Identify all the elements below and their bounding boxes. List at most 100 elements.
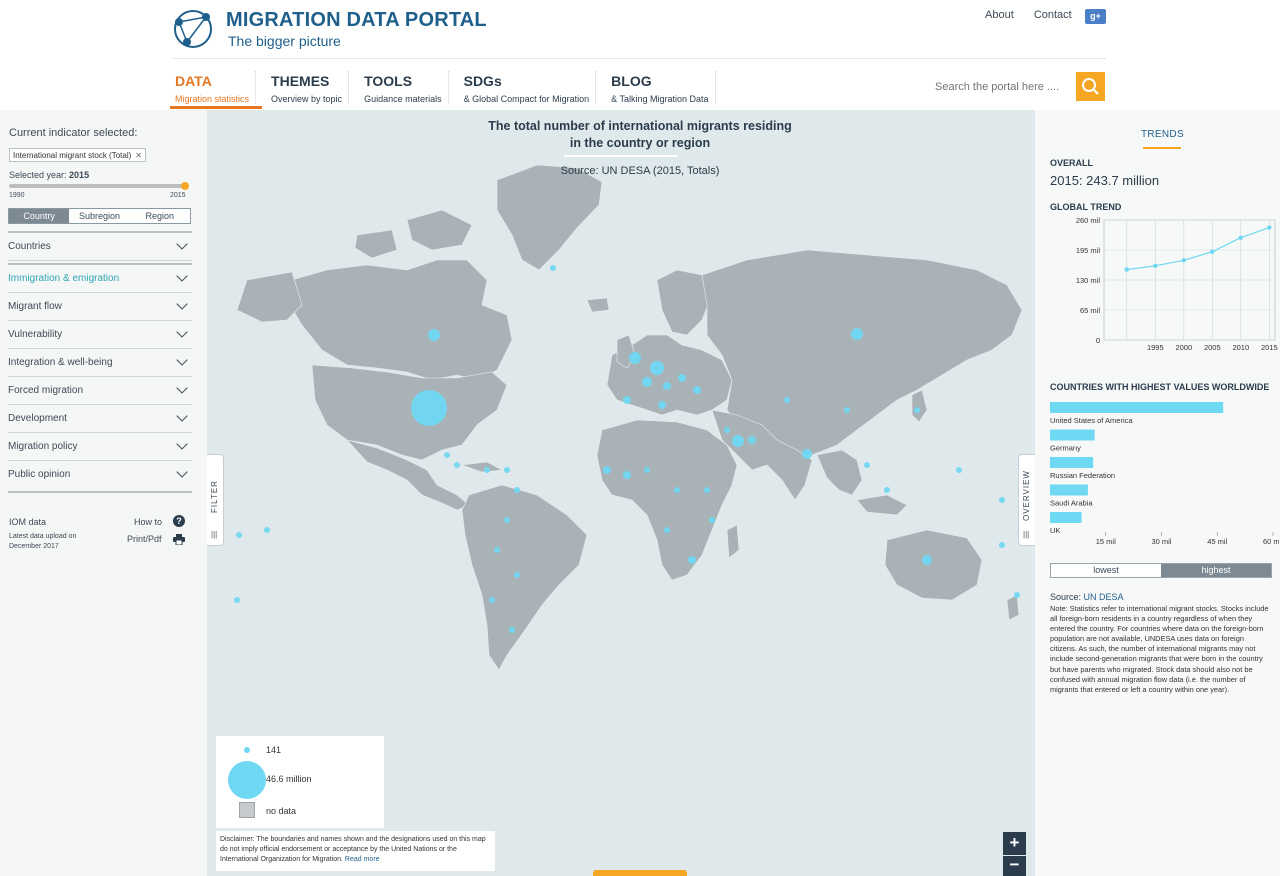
overview-tab[interactable]: OVERVIEW ||| bbox=[1018, 454, 1035, 546]
bubble[interactable] bbox=[484, 467, 490, 473]
bubble[interactable] bbox=[444, 452, 450, 458]
bubble[interactable] bbox=[1014, 592, 1020, 598]
read-more-link[interactable]: Read more bbox=[345, 856, 380, 863]
bubble[interactable] bbox=[704, 487, 710, 493]
nav-blog[interactable]: BLOG & Talking Migration Data bbox=[606, 71, 716, 104]
bubble[interactable] bbox=[514, 572, 520, 578]
bubble[interactable] bbox=[234, 597, 240, 603]
bubble-france[interactable] bbox=[642, 377, 652, 387]
main-nav: DATA Migration statistics THEMES Overvie… bbox=[170, 71, 726, 109]
menu-immigration-emigration[interactable]: Immigration & emigration bbox=[8, 265, 192, 293]
bubble[interactable] bbox=[509, 627, 515, 633]
trends-panel: TRENDS OVERALL 2015: 243.7 million GLOBA… bbox=[1035, 110, 1280, 876]
menu-integration[interactable]: Integration & well-being bbox=[8, 349, 192, 377]
bubble[interactable] bbox=[914, 407, 920, 413]
bubble[interactable] bbox=[999, 542, 1005, 548]
bubble[interactable] bbox=[709, 517, 715, 523]
bubble[interactable] bbox=[956, 467, 962, 473]
menu-migrant-flow[interactable]: Migrant flow bbox=[8, 293, 192, 321]
menu-development[interactable]: Development bbox=[8, 405, 192, 433]
print-pdf-link[interactable]: Print/Pdf bbox=[127, 534, 162, 544]
bubble[interactable] bbox=[844, 407, 850, 413]
x-tick-label: 2005 bbox=[1204, 343, 1221, 352]
bubble-germany[interactable] bbox=[650, 361, 664, 375]
how-to-link[interactable]: How to bbox=[134, 517, 162, 527]
year-slider-handle[interactable] bbox=[181, 182, 189, 190]
bubble[interactable] bbox=[999, 497, 1005, 503]
bubble-saudi[interactable] bbox=[732, 435, 744, 447]
zoom-in-button[interactable]: + bbox=[1003, 832, 1026, 855]
bubble-usa[interactable] bbox=[411, 390, 447, 426]
bubble[interactable] bbox=[504, 517, 510, 523]
y-tick-label: 0 bbox=[1096, 336, 1100, 345]
bubble-uk[interactable] bbox=[629, 352, 641, 364]
bubble[interactable] bbox=[678, 374, 686, 382]
help-icon[interactable]: ? bbox=[173, 515, 185, 527]
about-link[interactable]: About bbox=[985, 9, 1014, 21]
search-button[interactable] bbox=[1076, 72, 1105, 101]
bubble[interactable] bbox=[748, 436, 756, 444]
bubble[interactable] bbox=[784, 397, 790, 403]
brand-title[interactable]: MIGRATION DATA PORTAL bbox=[226, 9, 487, 32]
google-plus-icon[interactable]: g+ bbox=[1085, 9, 1106, 24]
bubble-russia[interactable] bbox=[851, 328, 863, 340]
level-region-button[interactable]: Region bbox=[130, 209, 190, 223]
menu-forced-migration[interactable]: Forced migration bbox=[8, 377, 192, 405]
search-input[interactable] bbox=[935, 73, 1075, 101]
bubble[interactable] bbox=[623, 471, 631, 479]
indicator-tag-label: International migrant stock (Total) bbox=[13, 151, 132, 160]
bubble[interactable] bbox=[236, 532, 242, 538]
bubble[interactable] bbox=[489, 597, 495, 603]
bottom-handle[interactable] bbox=[593, 870, 687, 876]
menu-vulnerability[interactable]: Vulnerability bbox=[8, 321, 192, 349]
nav-data[interactable]: DATA Migration statistics bbox=[170, 71, 257, 104]
contact-link[interactable]: Contact bbox=[1034, 9, 1072, 21]
menu-migration-policy[interactable]: Migration policy bbox=[8, 433, 192, 461]
portal-logo[interactable] bbox=[170, 8, 216, 50]
bubble-canada[interactable] bbox=[428, 329, 440, 341]
lowest-highest-toggle: lowest highest bbox=[1050, 563, 1272, 578]
bubble-india[interactable] bbox=[802, 449, 812, 459]
bubble[interactable] bbox=[494, 547, 500, 553]
lowest-button[interactable]: lowest bbox=[1051, 564, 1161, 577]
source-link[interactable]: UN DESA bbox=[1084, 592, 1124, 602]
bubble-australia[interactable] bbox=[922, 555, 932, 565]
bubble[interactable] bbox=[603, 466, 611, 474]
nav-themes[interactable]: THEMES Overview by topic bbox=[266, 71, 350, 104]
bubble[interactable] bbox=[884, 487, 890, 493]
printer-icon[interactable] bbox=[173, 534, 185, 545]
iom-data-link[interactable]: IOM data bbox=[9, 517, 46, 527]
menu-public-opinion[interactable]: Public opinion bbox=[8, 461, 192, 489]
bubble[interactable] bbox=[623, 396, 631, 404]
chevron-down-icon bbox=[176, 326, 188, 338]
bar-label: Germany bbox=[1050, 444, 1081, 453]
filter-tab[interactable]: FILTER ||| bbox=[207, 454, 224, 546]
bubble[interactable] bbox=[688, 556, 696, 564]
nav-tools[interactable]: TOOLS Guidance materials bbox=[359, 71, 449, 104]
bubble[interactable] bbox=[724, 427, 730, 433]
bubble[interactable] bbox=[504, 467, 510, 473]
bubble[interactable] bbox=[658, 401, 666, 409]
bubble[interactable] bbox=[663, 382, 671, 390]
bubble[interactable] bbox=[264, 527, 270, 533]
bubble[interactable] bbox=[550, 265, 556, 271]
nav-sdgs[interactable]: SDGs & Global Compact for Migration bbox=[459, 71, 597, 104]
zoom-out-button[interactable]: − bbox=[1003, 856, 1026, 876]
level-country-button[interactable]: Country bbox=[9, 209, 70, 223]
bubble[interactable] bbox=[864, 462, 870, 468]
bubble[interactable] bbox=[664, 527, 670, 533]
indicator-tag[interactable]: International migrant stock (Total) ✕ bbox=[9, 148, 146, 162]
bubble[interactable] bbox=[514, 487, 520, 493]
nav-title: THEMES bbox=[271, 73, 330, 89]
close-icon[interactable]: ✕ bbox=[135, 151, 142, 160]
year-slider-track[interactable] bbox=[9, 184, 187, 188]
highest-button[interactable]: highest bbox=[1161, 564, 1271, 577]
bubble[interactable] bbox=[454, 462, 460, 468]
bubble[interactable] bbox=[674, 487, 680, 493]
world-map[interactable]: The total number of international migran… bbox=[207, 110, 1035, 876]
level-subregion-button[interactable]: Subregion bbox=[69, 209, 129, 223]
bubble[interactable] bbox=[693, 386, 701, 394]
menu-countries[interactable]: Countries bbox=[8, 233, 192, 261]
bubble[interactable] bbox=[644, 467, 650, 473]
trends-title[interactable]: TRENDS bbox=[1141, 129, 1184, 140]
